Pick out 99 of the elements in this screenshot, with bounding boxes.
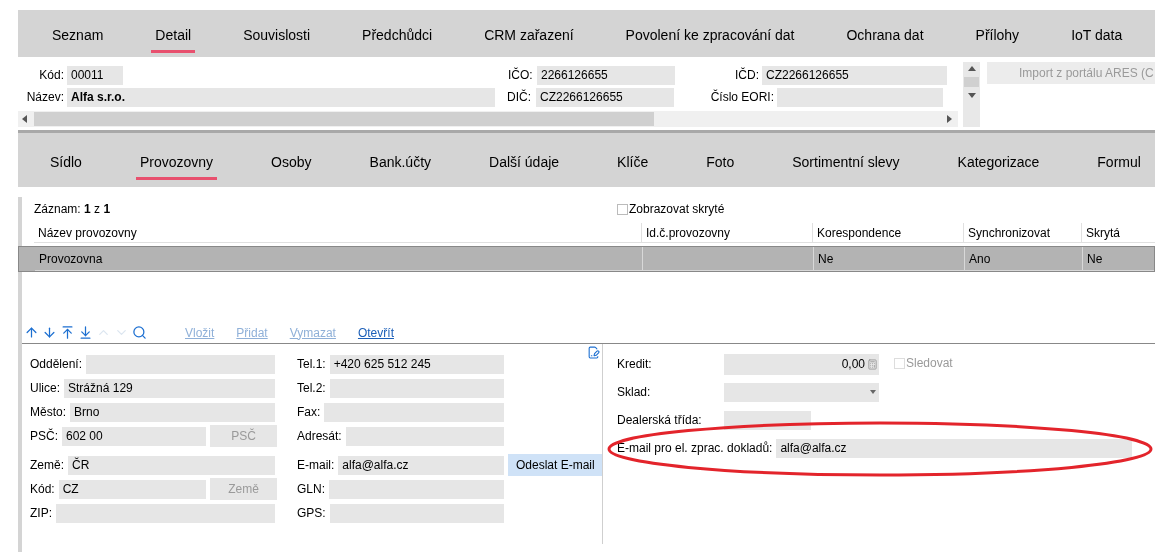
table-cell: Ne xyxy=(813,247,964,271)
input-field[interactable] xyxy=(86,354,275,374)
tab[interactable]: CRM zařazení xyxy=(480,21,578,53)
dropdown-arrow-icon xyxy=(870,390,876,394)
field-label: Kód: xyxy=(38,67,64,84)
arrow-icon[interactable] xyxy=(42,325,57,340)
input-field[interactable] xyxy=(56,503,275,523)
input-field[interactable]: +420 625 512 245 xyxy=(329,354,504,374)
field-label: GPS: xyxy=(297,505,326,522)
tab[interactable]: Provozovny xyxy=(135,148,218,180)
field-label: Dealerská třída: xyxy=(617,412,703,429)
tab[interactable]: Souvislosti xyxy=(239,21,315,53)
input-field[interactable]: Alfa s.r.o. xyxy=(67,87,495,107)
scroll-thumb[interactable] xyxy=(34,112,654,126)
tab[interactable]: Klíče xyxy=(613,148,653,180)
input-field[interactable]: 00011 xyxy=(67,65,123,85)
input-field[interactable] xyxy=(329,503,504,523)
send-button[interactable]: Odeslat E-mail xyxy=(508,454,603,476)
scrollbar[interactable] xyxy=(963,62,980,127)
input-field[interactable] xyxy=(345,426,504,446)
tab[interactable]: Osoby xyxy=(267,148,316,180)
calculator-icon[interactable] xyxy=(867,358,878,370)
action-link[interactable]: Otevřít xyxy=(357,323,394,342)
input-field[interactable]: 0,00 xyxy=(724,353,879,375)
column-header[interactable]: Synchronizovat xyxy=(963,223,1081,242)
field-label: Tel.1: xyxy=(297,356,326,373)
scroll-thumb[interactable] xyxy=(964,77,979,87)
column-header[interactable]: Skrytá xyxy=(1081,223,1155,242)
input-field[interactable]: CZ2266126655 xyxy=(536,87,674,107)
input-field[interactable] xyxy=(329,479,504,499)
tab[interactable]: Formul xyxy=(1093,148,1145,180)
input-field[interactable]: CZ2266126655 xyxy=(762,65,947,85)
tab[interactable]: Další údaje xyxy=(485,148,564,180)
input-field[interactable]: alfa@alfa.cz xyxy=(338,455,504,475)
arrow-icon[interactable] xyxy=(60,325,75,340)
field-label: E-mail: xyxy=(297,457,335,474)
field-label: GLN: xyxy=(297,481,325,498)
arrow-icon[interactable] xyxy=(24,325,39,340)
input-field[interactable]: Strážná 129 xyxy=(64,378,275,398)
field-label: Sklad: xyxy=(617,384,652,401)
field-label: ZIP: xyxy=(30,505,52,522)
field-label: Tel.2: xyxy=(297,380,326,397)
field-label: IČO: xyxy=(508,66,534,84)
field-label: E-mail pro el. zprac. dokladů: xyxy=(617,440,773,457)
field-label: Město: xyxy=(30,404,66,421)
tab[interactable]: Povolení ke zpracování dat xyxy=(621,21,799,53)
field-label: PSČ: xyxy=(30,427,58,445)
tab[interactable]: IoT data xyxy=(1067,21,1127,53)
edit-icon[interactable] xyxy=(587,346,600,359)
input-field[interactable]: alfa@alfa.cz xyxy=(776,438,1133,458)
input-field[interactable]: 602 00 xyxy=(62,426,206,446)
input-field[interactable]: Brno xyxy=(70,402,275,422)
input-field[interactable] xyxy=(329,378,504,398)
arrow-icon[interactable] xyxy=(78,325,93,340)
field-label: Název: xyxy=(25,89,64,106)
scrollbar[interactable] xyxy=(18,111,958,127)
input-field[interactable] xyxy=(777,87,943,107)
tab[interactable]: Bank.účty xyxy=(365,148,436,180)
field-value: 0,00 xyxy=(841,356,865,373)
tab[interactable]: Foto xyxy=(702,148,739,180)
column-header[interactable]: Název provozovny xyxy=(34,223,641,242)
scroll-right-icon[interactable] xyxy=(944,114,954,124)
checkbox-label: Sledovat xyxy=(906,355,953,372)
column-header[interactable]: Id.č.provozovny xyxy=(641,223,812,242)
tab[interactable]: Kategorizace xyxy=(953,148,1044,180)
checkbox[interactable] xyxy=(617,203,628,215)
search-icon[interactable] xyxy=(132,325,147,340)
field-label: IČD: xyxy=(734,66,759,84)
tab[interactable]: Sortimentní slevy xyxy=(788,148,904,180)
field-label: Fax: xyxy=(297,404,321,421)
table-cell: Ano xyxy=(964,247,1082,271)
input-field[interactable]: ČR xyxy=(68,455,275,475)
field-label: DIČ: xyxy=(507,88,532,106)
scroll-up-icon[interactable] xyxy=(966,64,977,74)
table-cell: Ne xyxy=(1082,247,1154,271)
input-field[interactable] xyxy=(324,402,504,422)
table-cell: Provozovna xyxy=(35,247,642,271)
tab[interactable]: Sídlo xyxy=(46,148,86,180)
tab[interactable]: Přílohy xyxy=(971,21,1024,53)
input-field[interactable]: CZ xyxy=(58,479,206,499)
tab[interactable]: Seznam xyxy=(48,21,108,53)
record-count: Záznam: 1 z 1 xyxy=(34,201,112,218)
scroll-down-icon[interactable] xyxy=(966,90,977,100)
tab[interactable]: Detail xyxy=(151,21,196,53)
dropdown[interactable] xyxy=(724,382,879,402)
tab[interactable]: Ochrana dat xyxy=(842,21,928,53)
field-label: Ulice: xyxy=(30,380,60,397)
field-label: Kód: xyxy=(30,481,55,498)
input-field[interactable]: 2266126655 xyxy=(537,65,675,85)
field-label: Země: xyxy=(30,457,64,474)
field-label: Oddělení: xyxy=(30,356,83,373)
tab[interactable]: Předchůdci xyxy=(358,21,437,53)
checkbox-label: Zobrazovat skryté xyxy=(629,201,725,218)
field-label: Kredit: xyxy=(617,356,653,373)
field-label: Číslo EORI: xyxy=(709,88,774,106)
table-row[interactable]: Provozovna Ne Ano Ne xyxy=(18,246,1155,272)
scroll-left-icon[interactable] xyxy=(20,114,30,124)
field-label: Adresát: xyxy=(297,428,342,445)
column-header[interactable]: Korespondence xyxy=(812,223,963,242)
